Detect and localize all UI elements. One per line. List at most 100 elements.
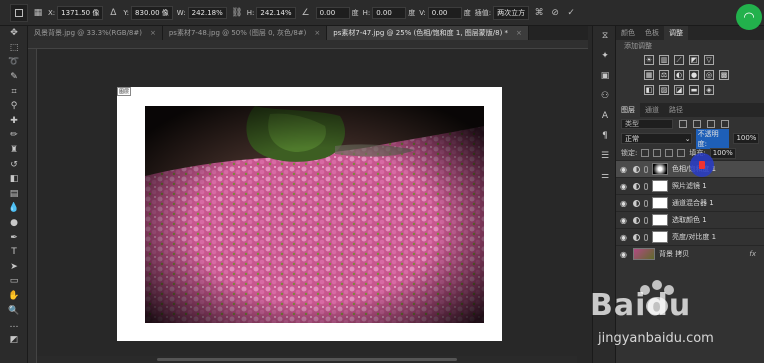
curves-icon[interactable]: ⟋ xyxy=(674,55,684,65)
layer-row[interactable]: ◉ 亮度/对比度 1 xyxy=(616,228,764,245)
blur-tool-icon[interactable]: 💧 xyxy=(0,201,28,216)
warp-icon[interactable]: ⌘ xyxy=(533,7,545,19)
tab-channels[interactable]: 通道 xyxy=(640,103,664,117)
threshold-icon[interactable]: ◪ xyxy=(674,85,684,95)
type-tool-icon[interactable]: T xyxy=(0,245,28,260)
hskew-field[interactable]: H: 0.00 度 xyxy=(363,6,415,19)
adjust-icon[interactable]: ⚌ xyxy=(593,166,617,186)
crop-tool-icon[interactable]: ⌗ xyxy=(0,84,28,99)
paragraph-icon[interactable]: ¶ xyxy=(593,126,617,146)
chain-link-icon[interactable] xyxy=(644,216,648,224)
layer-name[interactable]: 通道混合器 1 xyxy=(672,198,714,208)
hskew-input[interactable]: 0.00 xyxy=(372,6,407,19)
photo-filter-icon[interactable]: ● xyxy=(689,70,699,80)
layer-name[interactable]: 照片滤镜 1 xyxy=(672,181,707,191)
h-input[interactable]: 242.14% xyxy=(256,6,296,19)
lock-transparent-icon[interactable] xyxy=(641,149,650,157)
lock-position-icon[interactable] xyxy=(665,149,674,157)
reference-point-icon[interactable]: ▦ xyxy=(32,7,44,19)
brightness-icon[interactable]: ☀ xyxy=(644,55,654,65)
horizontal-scrollbar[interactable] xyxy=(37,356,577,363)
eye-icon[interactable]: ◉ xyxy=(620,182,629,191)
layer-mask-thumbnail[interactable] xyxy=(652,197,668,209)
color-lookup-icon[interactable]: ▩ xyxy=(719,70,729,80)
black-white-icon[interactable]: ◐ xyxy=(674,70,684,80)
layer-row[interactable]: ◉ 背景 拷贝 fx xyxy=(616,245,764,262)
history-icon[interactable]: ⧖ xyxy=(593,26,617,46)
vskew-input[interactable]: 0.00 xyxy=(427,6,462,19)
filter-shape-icon[interactable] xyxy=(721,120,729,128)
tab-adjustments[interactable]: 调整 xyxy=(664,26,688,40)
layer-row[interactable]: ◉ 通道混合器 1 xyxy=(616,194,764,211)
flower-photo[interactable] xyxy=(145,106,484,323)
selective-color-icon[interactable]: ◈ xyxy=(704,85,714,95)
eye-icon[interactable]: ◉ xyxy=(620,199,629,208)
interpolation-select[interactable]: 两次立方 xyxy=(493,5,530,20)
eye-icon[interactable]: ◉ xyxy=(620,216,629,225)
eye-icon[interactable]: ◉ xyxy=(620,165,629,174)
layer-mask-thumbnail[interactable] xyxy=(652,231,668,243)
chain-link-icon[interactable] xyxy=(644,199,648,207)
levels-icon[interactable]: ▥ xyxy=(659,55,669,65)
layer-row[interactable]: ◉ 照片滤镜 1 xyxy=(616,177,764,194)
zoom-tool-icon[interactable]: 🔍 xyxy=(0,303,28,318)
close-icon[interactable]: × xyxy=(150,29,156,37)
exposure-icon[interactable]: ◩ xyxy=(689,55,699,65)
angle-field[interactable]: 0.00 度 xyxy=(315,6,359,19)
chain-link-icon[interactable] xyxy=(644,233,648,241)
y-input[interactable]: 830.00 像 xyxy=(131,5,173,20)
path-select-tool-icon[interactable]: ➤ xyxy=(0,260,28,275)
tab-swatches[interactable]: 色板 xyxy=(640,26,664,40)
color-balance-icon[interactable]: ⚖ xyxy=(659,70,669,80)
x-field[interactable]: X: 1371.50 像 xyxy=(48,5,104,20)
clone-stamp-tool-icon[interactable]: ♜ xyxy=(0,143,28,158)
lock-pixels-icon[interactable] xyxy=(653,149,662,157)
link-icon[interactable]: ⛓ xyxy=(231,7,243,19)
layer-name[interactable]: 亮度/对比度 1 xyxy=(672,232,716,242)
layer-mask-thumbnail[interactable] xyxy=(652,180,668,192)
eye-icon[interactable]: ◉ xyxy=(620,250,629,259)
posterize-icon[interactable]: ▨ xyxy=(659,85,669,95)
w-input[interactable]: 242.18% xyxy=(187,6,227,19)
channel-mixer-icon[interactable]: ◎ xyxy=(704,70,714,80)
filter-pixel-icon[interactable] xyxy=(679,120,687,128)
chain-link-icon[interactable] xyxy=(644,182,648,190)
y-field[interactable]: Y: 830.00 像 xyxy=(123,5,173,20)
gradient-map-icon[interactable]: ▬ xyxy=(689,85,699,95)
history-brush-tool-icon[interactable]: ↺ xyxy=(0,157,28,172)
hue-saturation-icon[interactable]: ▦ xyxy=(644,70,654,80)
doc-tab-3[interactable]: ps素材7-47.jpg @ 25% (色相/饱和度 1, 图层蒙版/8) * × xyxy=(327,26,529,40)
layer-mask-thumbnail[interactable] xyxy=(652,214,668,226)
h-field[interactable]: H: 242.14% xyxy=(247,6,296,19)
hand-tool-icon[interactable]: ✋ xyxy=(0,289,28,304)
healing-tool-icon[interactable]: ✚ xyxy=(0,114,28,129)
tab-paths[interactable]: 路径 xyxy=(664,103,688,117)
close-icon[interactable]: × xyxy=(516,29,522,37)
x-input[interactable]: 1371.50 像 xyxy=(57,5,104,20)
tab-color[interactable]: 颜色 xyxy=(616,26,640,40)
marquee-tool-icon[interactable]: ⬚ xyxy=(0,41,28,56)
doc-tab-2[interactable]: ps素材7-48.jpg @ 50% (图层 0, 灰色/8#) × xyxy=(162,26,328,40)
invert-icon[interactable]: ◧ xyxy=(644,85,654,95)
clone-source-icon[interactable]: ⚇ xyxy=(593,86,617,106)
gradient-tool-icon[interactable]: ▤ xyxy=(0,187,28,202)
lasso-tool-icon[interactable]: ➰ xyxy=(0,55,28,70)
tool-preset-icon[interactable] xyxy=(10,3,28,22)
eye-icon[interactable]: ◉ xyxy=(620,233,629,242)
brush-tool-icon[interactable]: ✏ xyxy=(0,128,28,143)
quick-select-tool-icon[interactable]: ✎ xyxy=(0,70,28,85)
chain-link-icon[interactable] xyxy=(644,165,648,173)
fill-input[interactable]: 100% xyxy=(709,147,736,159)
lock-all-icon[interactable] xyxy=(677,149,686,157)
filter-adjust-icon[interactable] xyxy=(693,120,701,128)
interpolation-field[interactable]: 插值: 两次立方 xyxy=(475,5,530,20)
tab-layers[interactable]: 图层 xyxy=(616,103,640,117)
layer-name[interactable]: 选取颜色 1 xyxy=(672,215,707,225)
angle-input[interactable]: 0.00 xyxy=(315,6,350,19)
layer-name[interactable]: 背景 拷贝 xyxy=(659,249,689,259)
properties-icon[interactable]: ☰ xyxy=(593,146,617,166)
layer-thumbnail[interactable] xyxy=(633,248,655,260)
close-icon[interactable]: × xyxy=(314,29,320,37)
pen-tool-icon[interactable]: ✒ xyxy=(0,230,28,245)
layer-kind-select[interactable]: 类型 xyxy=(621,119,673,129)
